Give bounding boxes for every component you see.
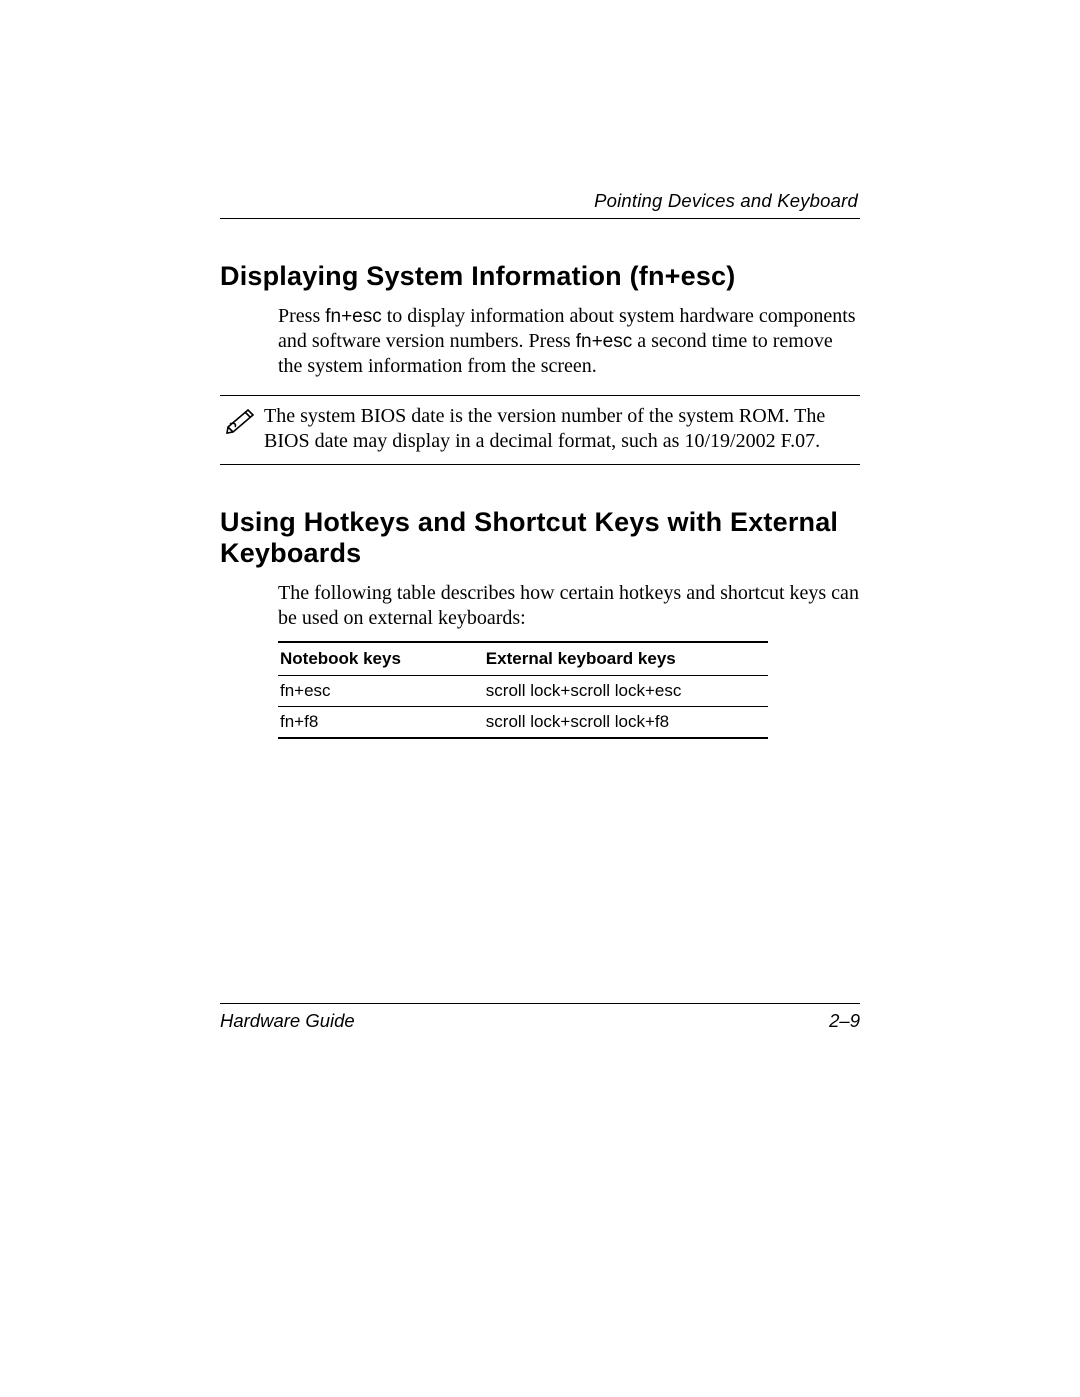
table-header-row: Notebook keys External keyboard keys	[278, 642, 768, 676]
hotkeys-table: Notebook keys External keyboard keys fn+…	[278, 641, 768, 739]
table-row: fn+f8 scroll lock+scroll lock+f8	[278, 707, 768, 739]
cell-notebook: fn+f8	[278, 707, 484, 739]
pencil-note-icon	[225, 406, 259, 434]
section2-intro: The following table describes how certai…	[278, 581, 860, 631]
heading-displaying-system-information: Displaying System Information (fn+esc)	[220, 261, 860, 292]
section1-body: Press fn+esc to display information abou…	[278, 304, 860, 379]
cell-external: scroll lock+scroll lock+f8	[484, 707, 768, 739]
header-rule	[220, 218, 860, 219]
section2-body: The following table describes how certai…	[278, 581, 860, 739]
text: Press	[278, 305, 325, 327]
note-text: The system BIOS date is the version numb…	[264, 404, 860, 454]
footer-guide-title: Hardware Guide	[220, 1010, 355, 1032]
heading-using-hotkeys-external: Using Hotkeys and Shortcut Keys with Ext…	[220, 507, 860, 569]
footer-page-number: 2–9	[829, 1010, 860, 1032]
cell-notebook: fn+esc	[278, 676, 484, 707]
col-external-keys: External keyboard keys	[484, 642, 768, 676]
col-notebook-keys: Notebook keys	[278, 642, 484, 676]
section1-paragraph: Press fn+esc to display information abou…	[278, 304, 860, 379]
note-block: The system BIOS date is the version numb…	[220, 395, 860, 465]
key-fn-esc: fn+esc	[576, 331, 633, 352]
cell-external: scroll lock+scroll lock+esc	[484, 676, 768, 707]
page: Pointing Devices and Keyboard Displaying…	[0, 0, 1080, 1397]
footer-row: Hardware Guide 2–9	[220, 1010, 860, 1032]
key-fn-esc: fn+esc	[325, 306, 382, 327]
running-head: Pointing Devices and Keyboard	[220, 190, 860, 212]
note-icon	[220, 404, 264, 434]
footer-rule	[220, 1003, 860, 1004]
page-footer: Hardware Guide 2–9	[220, 1003, 860, 1032]
table-row: fn+esc scroll lock+scroll lock+esc	[278, 676, 768, 707]
